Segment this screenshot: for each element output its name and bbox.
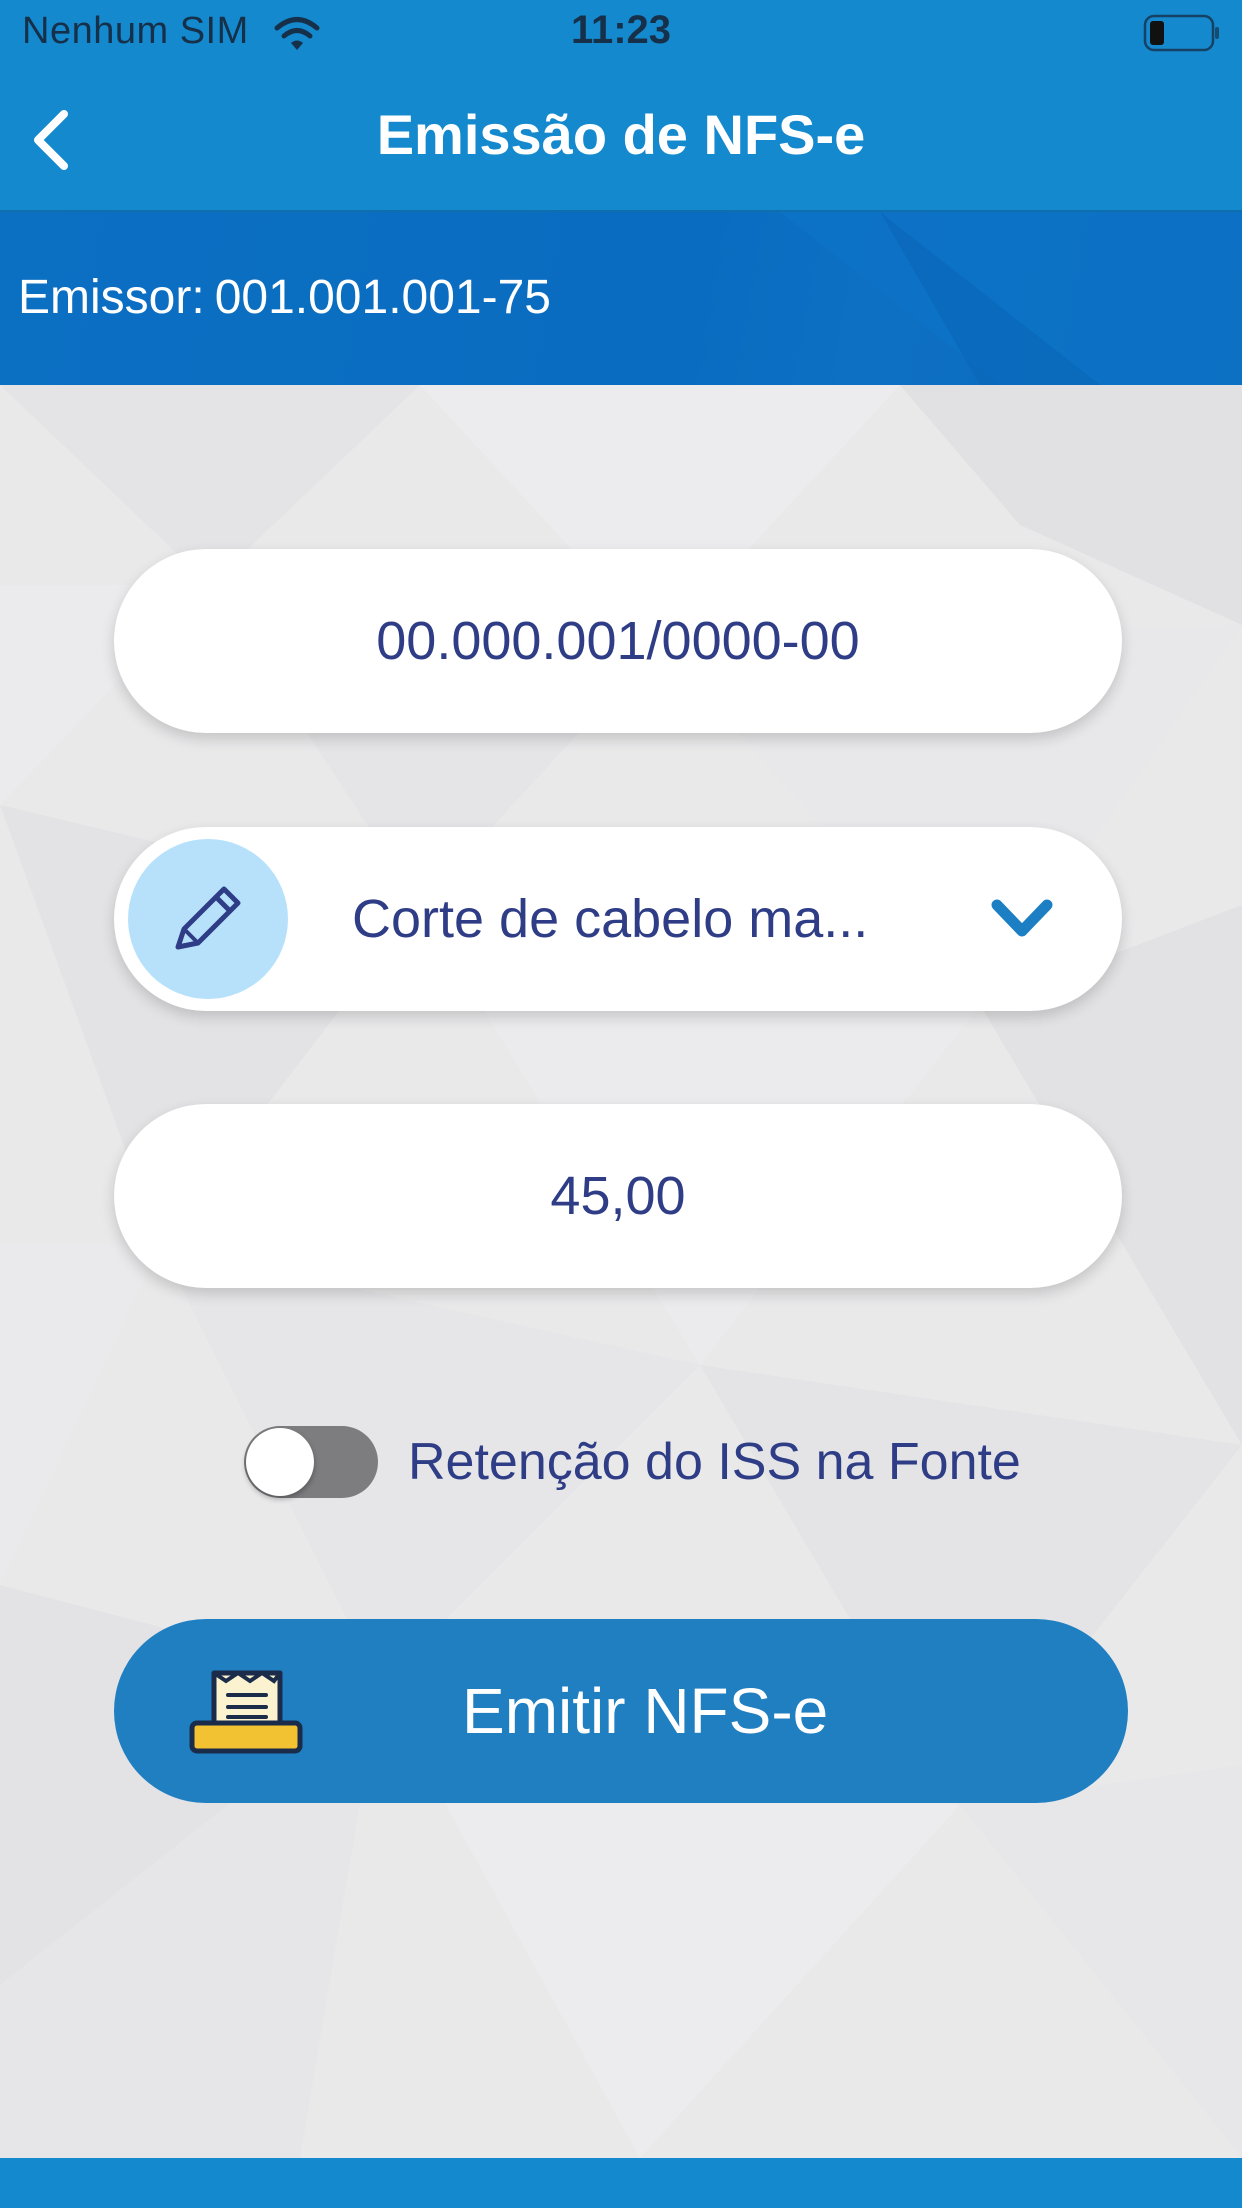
taker-document-field[interactable]: 00.000.001/0000-00 xyxy=(114,549,1122,733)
service-select[interactable]: Corte de cabelo ma... xyxy=(114,827,1122,1011)
emit-nfse-button[interactable]: Emitir NFS-e xyxy=(114,1619,1128,1803)
top-bar: Nenhum SIM 11:23 Emissão de NFS-e xyxy=(0,0,1242,212)
pencil-icon-circle xyxy=(128,839,288,999)
amount-value: 45,00 xyxy=(550,1166,686,1226)
taker-document-value: 00.000.001/0000-00 xyxy=(376,611,860,671)
emit-nfse-label: Emitir NFS-e xyxy=(462,1675,829,1747)
status-time: 11:23 xyxy=(570,8,672,52)
emitter-label: Emissor: xyxy=(18,271,205,324)
emitter-info: Emissor: 001.001.001-75 xyxy=(18,270,551,325)
pencil-icon xyxy=(175,886,241,950)
chevron-down-icon[interactable] xyxy=(989,891,1055,947)
emitter-band: Emissor: 001.001.001-75 xyxy=(0,212,1242,385)
iss-withholding-toggle[interactable] xyxy=(244,1426,378,1498)
toggle-knob xyxy=(246,1428,314,1496)
page-title: Emissão de NFS-e xyxy=(376,103,866,166)
receipt-printer-icon xyxy=(189,1670,303,1754)
service-value: Corte de cabelo ma... xyxy=(352,889,869,949)
battery-icon xyxy=(1143,14,1219,52)
bottom-bar xyxy=(0,2158,1242,2208)
emitter-value: 001.001.001-75 xyxy=(214,271,551,324)
iss-withholding-label: Retenção do ISS na Fonte xyxy=(408,1433,1021,1491)
amount-field[interactable]: 45,00 xyxy=(114,1104,1122,1288)
